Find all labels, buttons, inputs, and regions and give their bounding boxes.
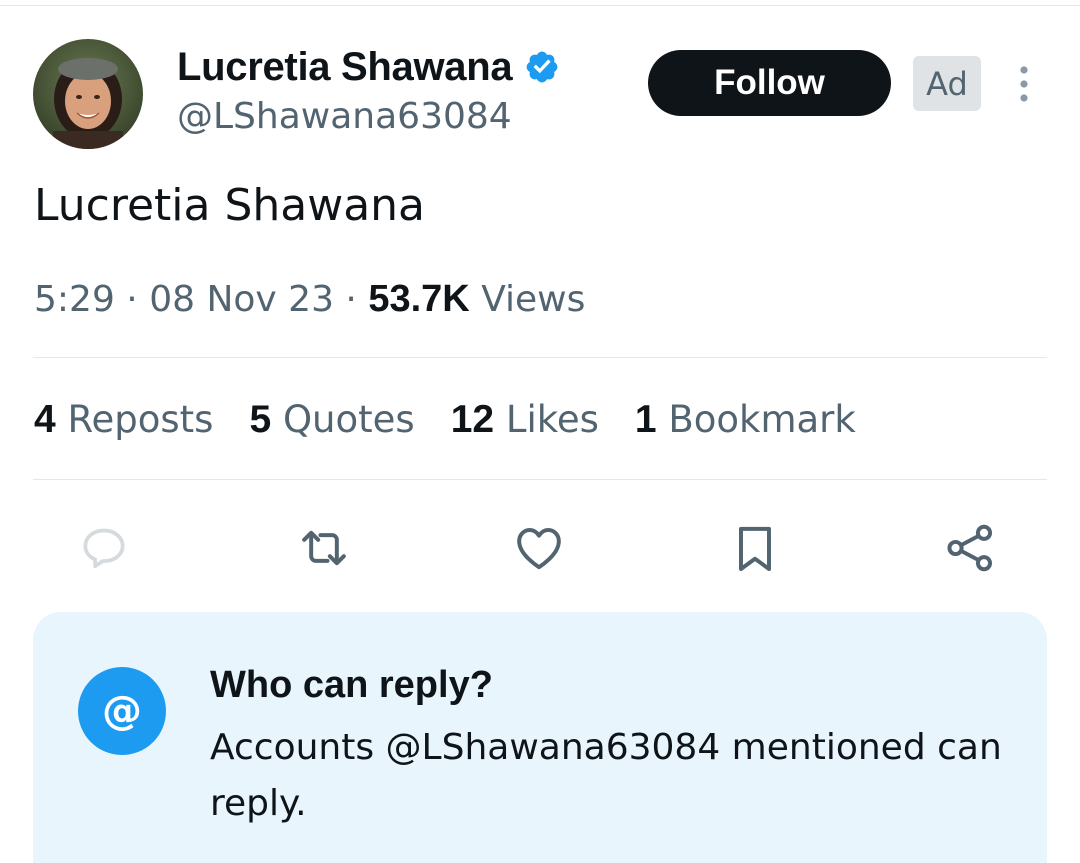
- meta-separator: ·: [345, 279, 357, 320]
- reply-icon[interactable]: [76, 520, 132, 576]
- stat-label: Quotes: [282, 398, 415, 441]
- stat-likes[interactable]: 12 Likes: [451, 398, 599, 442]
- at-sign-icon: @: [78, 667, 166, 755]
- more-options-icon[interactable]: [1012, 64, 1036, 104]
- follow-button[interactable]: Follow: [648, 50, 891, 116]
- stat-count: 12: [450, 398, 495, 441]
- top-divider: [0, 5, 1080, 6]
- post-text: Lucretia Shawana: [34, 180, 426, 231]
- bookmark-icon[interactable]: [727, 520, 783, 576]
- stat-reposts[interactable]: 4 Reposts: [34, 398, 213, 442]
- views-label[interactable]: Views: [481, 279, 585, 320]
- reply-settings-title: Who can reply?: [210, 664, 493, 706]
- post-date[interactable]: 08 Nov 23: [149, 279, 334, 320]
- engagement-stats: 4 Reposts 5 Quotes 12 Likes 1 Bookmark: [34, 398, 856, 442]
- stat-quotes[interactable]: 5 Quotes: [249, 398, 414, 442]
- reply-settings-description: Accounts @LShawana63084 mentioned can re…: [210, 727, 1002, 824]
- like-icon[interactable]: [511, 520, 567, 576]
- author-display-name[interactable]: Lucretia Shawana: [177, 45, 513, 90]
- stat-count: 5: [249, 398, 272, 441]
- author-name-row[interactable]: Lucretia Shawana: [177, 44, 560, 90]
- divider: [33, 479, 1047, 480]
- meta-separator: ·: [126, 279, 138, 320]
- stat-count: 4: [34, 398, 56, 441]
- stat-bookmarks[interactable]: 1 Bookmark: [635, 398, 856, 442]
- verified-badge-icon[interactable]: [524, 49, 560, 85]
- stat-label: Reposts: [67, 398, 214, 441]
- reply-settings-panel: @ Who can reply? Accounts @LShawana63084…: [33, 612, 1047, 863]
- avatar[interactable]: [33, 39, 143, 149]
- author-handle[interactable]: @LShawana63084: [177, 96, 512, 137]
- ad-badge: Ad: [913, 56, 981, 111]
- stat-count: 1: [634, 398, 657, 441]
- views-count[interactable]: 53.7K: [368, 278, 469, 320]
- post-time[interactable]: 5:29: [34, 279, 115, 320]
- share-icon[interactable]: [942, 520, 998, 576]
- stat-label: Likes: [505, 398, 599, 441]
- divider: [33, 357, 1047, 358]
- repost-icon[interactable]: [296, 520, 352, 576]
- stat-label: Bookmark: [668, 398, 856, 441]
- post-meta: 5:29 · 08 Nov 23 · 53.7K Views: [34, 278, 585, 321]
- avatar-photo: [33, 39, 143, 149]
